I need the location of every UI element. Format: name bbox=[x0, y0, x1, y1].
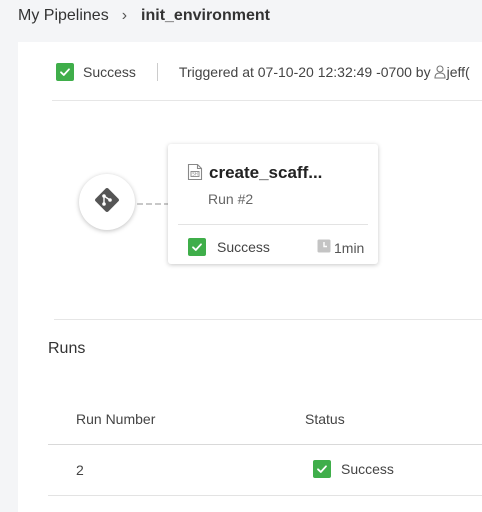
run-summary: Success Triggered at 07-10-20 12:32:49 -… bbox=[56, 63, 470, 81]
table-cell-status: Success bbox=[313, 460, 394, 478]
job-status-text: Success bbox=[217, 239, 270, 255]
summary-underline bbox=[52, 100, 482, 101]
shell-script-icon: SH bbox=[187, 163, 203, 186]
job-name[interactable]: create_scaff... bbox=[209, 163, 322, 183]
trigger-info-text: Triggered at 07-10-20 12:32:49 -0700 by bbox=[178, 64, 431, 80]
table-cell-run-number[interactable]: 2 bbox=[76, 462, 84, 478]
job-duration-text: 1min bbox=[334, 239, 365, 256]
git-icon bbox=[93, 186, 121, 219]
runs-section-title: Runs bbox=[48, 340, 86, 357]
breadcrumb-current-pipeline: init_environment bbox=[141, 7, 270, 24]
git-trigger-node[interactable] bbox=[79, 174, 135, 230]
column-header-run-number[interactable]: Run Number bbox=[76, 411, 155, 427]
table-row-divider bbox=[48, 495, 482, 496]
summary-status-text: Success bbox=[83, 64, 136, 80]
clock-icon bbox=[317, 239, 331, 256]
section-divider bbox=[54, 319, 482, 320]
job-card[interactable]: SH create_scaff... Run #2 Success 1min bbox=[168, 144, 378, 264]
success-check-icon bbox=[313, 460, 331, 478]
pipeline-panel: Success Triggered at 07-10-20 12:32:49 -… bbox=[18, 42, 482, 512]
table-header-divider bbox=[48, 444, 482, 445]
job-status: Success bbox=[188, 238, 270, 256]
user-icon bbox=[434, 65, 446, 79]
breadcrumb: My Pipelines › init_environment bbox=[18, 7, 270, 25]
table-status-text: Success bbox=[341, 461, 394, 477]
trigger-connector bbox=[137, 203, 170, 205]
summary-divider bbox=[156, 63, 158, 81]
trigger-user-link[interactable]: jeff( bbox=[447, 64, 470, 80]
card-divider bbox=[178, 224, 368, 225]
success-check-icon bbox=[56, 63, 74, 81]
job-duration: 1min bbox=[317, 239, 364, 256]
breadcrumb-separator: › bbox=[121, 7, 128, 24]
job-run-label: Run #2 bbox=[208, 191, 254, 207]
svg-text:SH: SH bbox=[192, 172, 198, 177]
breadcrumb-my-pipelines-link[interactable]: My Pipelines bbox=[18, 7, 109, 25]
success-check-icon bbox=[188, 238, 206, 256]
column-header-status[interactable]: Status bbox=[305, 411, 345, 427]
